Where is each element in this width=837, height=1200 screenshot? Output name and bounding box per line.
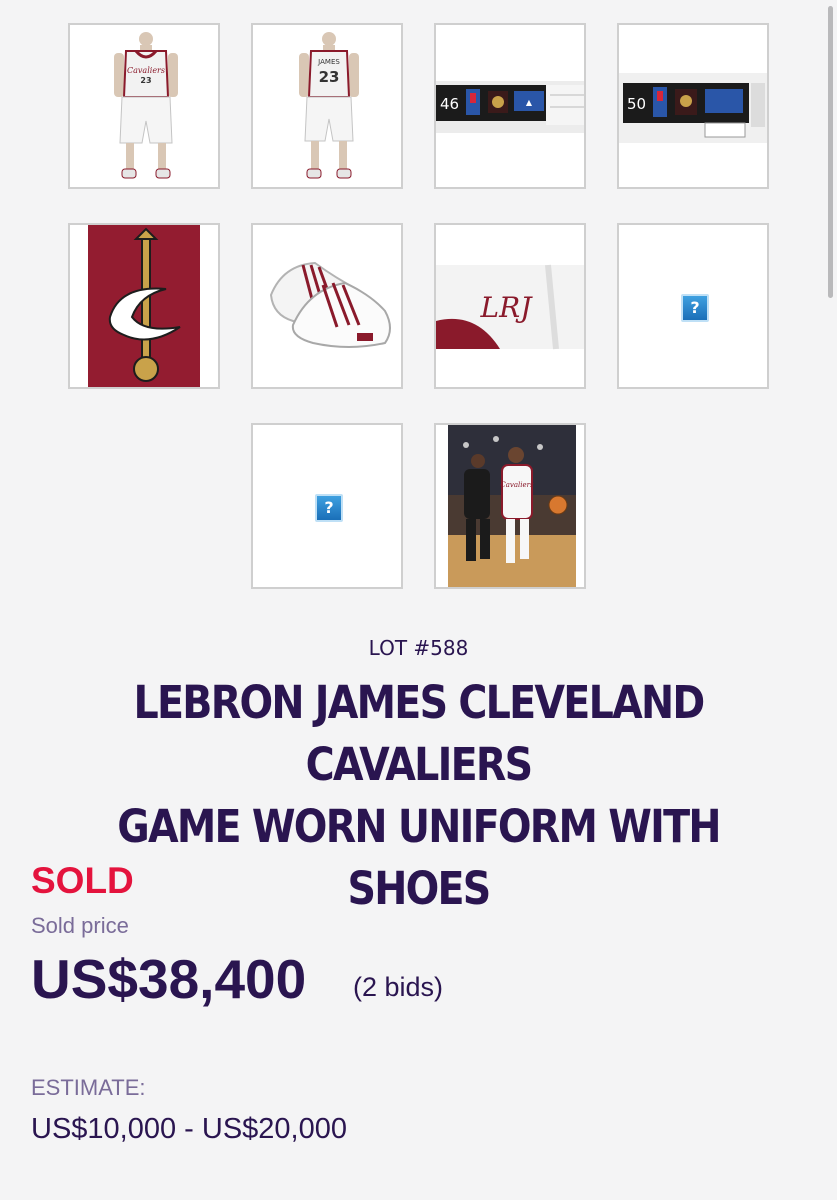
thumb-uniform-back[interactable]: JAMES 23	[251, 23, 403, 189]
svg-text:Cavaliers: Cavaliers	[500, 481, 534, 489]
thumb-missing-2[interactable]: ?	[251, 423, 403, 589]
lot-title: LEBRON JAMES CLEVELAND CAVALIERS GAME WO…	[77, 672, 761, 920]
svg-text:46: 46	[440, 95, 459, 113]
sold-status: SOLD	[31, 860, 134, 901]
estimate-value: US$10,000 - US$20,000	[31, 1113, 347, 1145]
broken-image-icon: ?	[681, 294, 709, 322]
initials-photo: LRJ	[436, 264, 584, 350]
shoes-photo	[269, 261, 391, 348]
estimate-label: ESTIMATE:	[31, 1075, 146, 1100]
thumb-logo-closeup[interactable]	[68, 223, 220, 389]
svg-text:50: 50	[627, 95, 646, 113]
game-action-photo: Cavaliers	[448, 425, 576, 587]
svg-text:▲: ▲	[526, 98, 533, 107]
svg-text:JAMES: JAMES	[317, 58, 340, 66]
svg-text:23: 23	[140, 76, 151, 85]
sold-price-value: US$38,400	[31, 948, 307, 1010]
thumb-tag-46[interactable]: 46 ▲	[434, 23, 586, 189]
thumb-shoes[interactable]	[251, 223, 403, 389]
thumb-uniform-front[interactable]: Cavaliers 23	[68, 23, 220, 189]
jersey-front-photo: Cavaliers 23	[88, 27, 200, 187]
thumb-initials[interactable]: LRJ	[434, 223, 586, 389]
svg-text:Cavaliers: Cavaliers	[127, 66, 165, 75]
thumb-tag-50[interactable]: 50	[617, 23, 769, 189]
svg-text:23: 23	[319, 68, 340, 86]
tag-photo: 46 ▲	[436, 81, 584, 133]
page-scrollbar[interactable]	[828, 6, 833, 298]
tag-photo: 50	[619, 73, 767, 143]
lot-title-line-2: GAME WORN UNIFORM WITH SHOES	[117, 800, 721, 915]
lot-number: LOT #588	[368, 636, 469, 660]
thumb-game-action[interactable]: Cavaliers	[434, 423, 586, 589]
initials-text: LRJ	[480, 291, 534, 324]
bid-count[interactable]: (2 bids)	[353, 972, 443, 1003]
thumb-missing-1[interactable]: ?	[617, 223, 769, 389]
jersey-back-photo: JAMES 23	[275, 27, 379, 187]
sold-price-label: Sold price	[31, 913, 129, 938]
lot-title-line-1: LEBRON JAMES CLEVELAND CAVALIERS	[133, 676, 706, 791]
logo-closeup-photo	[88, 225, 200, 387]
broken-image-icon: ?	[315, 494, 343, 522]
